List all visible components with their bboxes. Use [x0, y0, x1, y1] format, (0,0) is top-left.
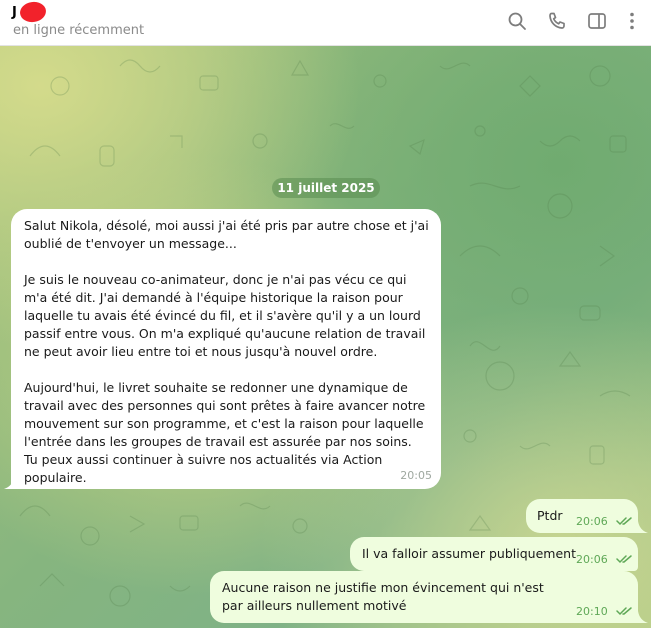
message-text: Aucune raison ne justifie mon évincement… [222, 580, 544, 613]
chat-window: J en ligne récemment 11 juillet 2025 Sal… [0, 0, 651, 628]
date-separator: 11 juillet 2025 [272, 178, 380, 198]
message-paragraph: Salut Nikola, désolé, moi aussi j'ai été… [24, 218, 429, 251]
outgoing-message[interactable]: Ptdr 20:06 [526, 499, 638, 533]
outgoing-bubble-tail [634, 607, 648, 623]
outgoing-message[interactable]: Aucune raison ne justifie mon évincement… [210, 571, 638, 623]
message-text: Il va falloir assumer publiquement [362, 546, 576, 561]
search-icon[interactable] [505, 9, 529, 33]
message-time: 20:06 [576, 553, 608, 566]
message-paragraph: Aujourd'hui, le livret souhaite se redon… [24, 380, 426, 485]
more-vertical-icon[interactable] [620, 9, 644, 33]
chat-header: J en ligne récemment [0, 0, 651, 46]
contact-status: en ligne récemment [13, 23, 145, 38]
phone-icon[interactable] [545, 9, 569, 33]
message-time: 20:10 [576, 605, 608, 618]
outgoing-message[interactable]: Il va falloir assumer publiquement 20:06 [350, 537, 638, 571]
double-check-icon [616, 555, 632, 564]
message-paragraph: Je suis le nouveau co-animateur, donc je… [24, 272, 426, 359]
chat-background: 11 juillet 2025 Salut Nikola, désolé, mo… [0, 46, 651, 628]
double-check-icon [616, 607, 632, 616]
redaction-mark [18, 0, 48, 24]
message-text: Ptdr [537, 508, 563, 523]
double-check-icon [616, 517, 632, 526]
message-time: 20:06 [576, 515, 608, 528]
message-time: 20:05 [400, 469, 432, 482]
contact-name[interactable]: J [12, 4, 17, 22]
incoming-message[interactable]: Salut Nikola, désolé, moi aussi j'ai été… [11, 209, 441, 489]
outgoing-bubble-tail [634, 517, 648, 533]
sidebar-toggle-icon[interactable] [585, 9, 609, 33]
